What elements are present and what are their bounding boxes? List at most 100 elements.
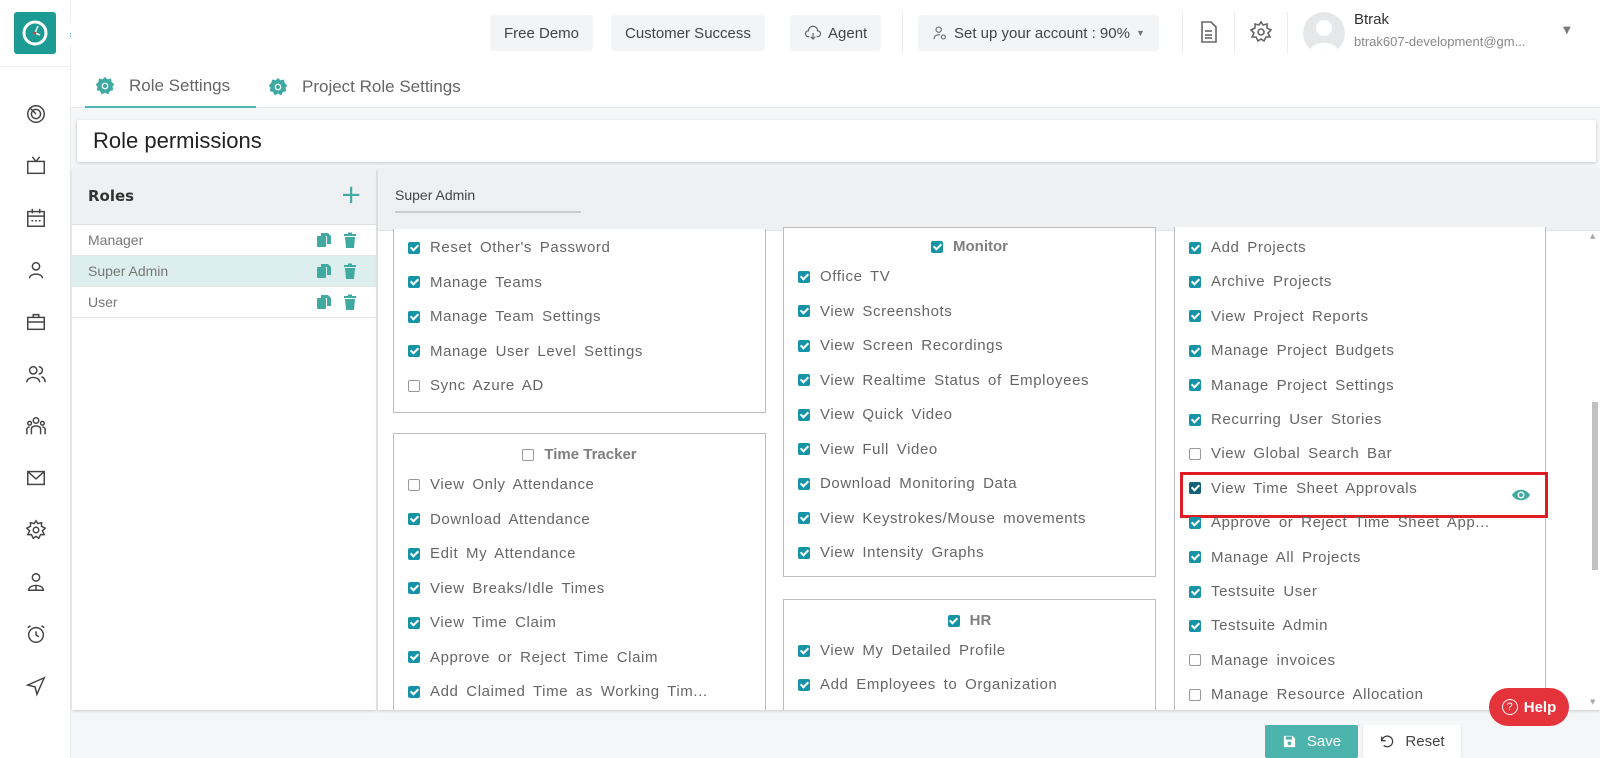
add-role-button[interactable]: +	[340, 179, 362, 211]
delete-role-icon[interactable]	[342, 232, 358, 248]
permission-checkbox[interactable]	[1189, 516, 1201, 529]
sidebar-item-send[interactable]	[0, 660, 71, 712]
permission-item[interactable]: Sync Azure AD	[408, 377, 544, 394]
permission-checkbox[interactable]	[1189, 379, 1201, 392]
sidebar-item-calendar[interactable]	[0, 192, 71, 244]
permission-item[interactable]: Manage Teams	[408, 274, 542, 291]
permission-item[interactable]: Add Employees to Organization	[798, 676, 1057, 693]
permission-item[interactable]: Approve or Reject Time Claim	[408, 649, 658, 666]
permission-item[interactable]: View Screen Recordings	[798, 337, 1003, 354]
sidebar-item-time[interactable]	[0, 608, 71, 660]
permission-checkbox[interactable]	[798, 374, 810, 386]
permission-item[interactable]: Office TV	[798, 268, 890, 285]
role-name-input[interactable]: Super Admin	[395, 185, 581, 213]
agent-button[interactable]: Agent	[790, 15, 882, 51]
permission-item[interactable]: View Time Claim	[408, 614, 556, 631]
permission-item[interactable]: View Breaks/Idle Times	[408, 580, 605, 597]
sidebar-item-projects[interactable]	[0, 296, 71, 348]
permission-item[interactable]: Approve or Reject Time Sheet App...	[1189, 514, 1490, 531]
save-button[interactable]: Save	[1265, 725, 1358, 758]
permission-checkbox[interactable]	[1189, 654, 1201, 667]
permission-item[interactable]: Edit My Attendance	[408, 545, 576, 562]
permission-item[interactable]: View Screenshots	[798, 303, 952, 320]
scrollbar-thumb[interactable]	[1592, 402, 1598, 570]
scroll-down-icon[interactable]: ▼	[1590, 698, 1595, 706]
permission-checkbox[interactable]	[1189, 344, 1201, 357]
permission-checkbox[interactable]	[1189, 585, 1201, 598]
permission-item[interactable]: Testsuite Admin	[1189, 617, 1328, 634]
permission-checkbox[interactable]	[1189, 413, 1201, 426]
permission-item[interactable]: View Global Search Bar	[1189, 445, 1392, 462]
permission-item[interactable]: Add Projects	[1189, 239, 1306, 256]
permission-item[interactable]: Manage Team Settings	[408, 308, 601, 325]
settings-button[interactable]	[1249, 20, 1273, 44]
permission-checkbox[interactable]	[798, 678, 810, 691]
permission-checkbox[interactable]	[798, 339, 810, 352]
sidebar-item-tv[interactable]	[0, 140, 71, 192]
copy-role-icon[interactable]	[316, 263, 332, 279]
free-demo-button[interactable]: Free Demo	[490, 15, 594, 51]
group-checkbox[interactable]	[947, 614, 960, 627]
group-title-time-tracker[interactable]: Time Tracker	[394, 446, 765, 463]
sidebar-item-dashboard[interactable]	[0, 88, 71, 140]
sidebar-item-employees[interactable]	[0, 556, 71, 608]
copy-role-icon[interactable]	[316, 294, 332, 310]
delete-role-icon[interactable]	[342, 263, 358, 279]
permission-checkbox[interactable]	[408, 685, 420, 698]
permission-item[interactable]: Recurring User Stories	[1189, 411, 1382, 428]
group-checkbox[interactable]	[522, 448, 535, 461]
permission-checkbox[interactable]	[408, 513, 420, 525]
permission-checkbox[interactable]	[1189, 241, 1201, 254]
permission-item[interactable]: Manage All Projects	[1189, 549, 1361, 566]
permission-checkbox[interactable]	[1189, 619, 1201, 632]
help-button[interactable]: ? Help	[1489, 688, 1569, 726]
permission-checkbox[interactable]	[408, 582, 420, 594]
permission-checkbox[interactable]	[798, 443, 810, 455]
sidebar-item-profile[interactable]	[0, 244, 71, 296]
reset-button[interactable]: Reset	[1363, 725, 1461, 758]
customer-success-button[interactable]: Customer Success	[611, 15, 765, 51]
sidebar-item-team[interactable]	[0, 348, 71, 400]
sidebar-item-hr[interactable]	[0, 400, 71, 452]
role-item[interactable]: Manager	[72, 225, 376, 256]
permission-checkbox[interactable]	[1189, 688, 1201, 701]
permission-checkbox[interactable]	[408, 379, 420, 392]
permission-checkbox[interactable]	[408, 616, 420, 629]
permission-item[interactable]: Manage User Level Settings	[408, 343, 643, 360]
delete-role-icon[interactable]	[342, 294, 358, 310]
group-title-monitor[interactable]: Monitor	[784, 238, 1155, 255]
permission-checkbox[interactable]	[408, 345, 420, 357]
permission-checkbox[interactable]	[798, 305, 810, 317]
permission-checkbox[interactable]	[408, 276, 420, 288]
permission-item[interactable]: View Realtime Status of Employees	[798, 372, 1089, 389]
document-button[interactable]	[1197, 20, 1221, 44]
permission-item[interactable]: Testsuite User	[1189, 583, 1317, 600]
app-logo[interactable]	[14, 12, 56, 54]
group-title-hr[interactable]: HR	[784, 612, 1155, 629]
copy-role-icon[interactable]	[316, 232, 332, 248]
permission-checkbox[interactable]	[798, 512, 810, 524]
permissions-scrollbar[interactable]: ▲ ▼	[1588, 230, 1600, 710]
scroll-up-icon[interactable]: ▲	[1590, 232, 1595, 240]
tab-role-settings[interactable]: Role Settings	[85, 66, 256, 108]
permission-checkbox[interactable]	[408, 547, 420, 560]
tab-project-role-settings[interactable]: Project Role Settings	[258, 66, 471, 108]
avatar[interactable]	[1303, 12, 1345, 54]
permission-item[interactable]: View Full Video	[798, 441, 938, 458]
permission-checkbox[interactable]	[1189, 310, 1201, 323]
permission-item[interactable]: Manage Resource Allocation	[1189, 686, 1424, 703]
group-checkbox[interactable]	[931, 240, 943, 253]
permission-item[interactable]: Download Attendance	[408, 511, 590, 528]
permission-item[interactable]: View Only Attendance	[408, 476, 594, 493]
permission-checkbox[interactable]	[798, 644, 810, 657]
permission-item[interactable]: Archive Projects	[1189, 273, 1332, 290]
permission-item[interactable]: Download Monitoring Data	[798, 475, 1017, 492]
eye-icon[interactable]	[1511, 487, 1531, 501]
sidebar-item-settings[interactable]	[0, 504, 71, 556]
permission-item[interactable]: View Keystrokes/Mouse movements	[798, 510, 1086, 527]
role-item[interactable]: Super Admin	[72, 256, 376, 287]
permission-checkbox[interactable]	[408, 241, 420, 254]
permission-item[interactable]: Manage Project Budgets	[1189, 342, 1394, 359]
permission-item[interactable]: Manage invoices	[1189, 652, 1336, 669]
permissions-scroll-area[interactable]: Reset Other's Password Manage Teams Manage…	[378, 227, 1600, 710]
